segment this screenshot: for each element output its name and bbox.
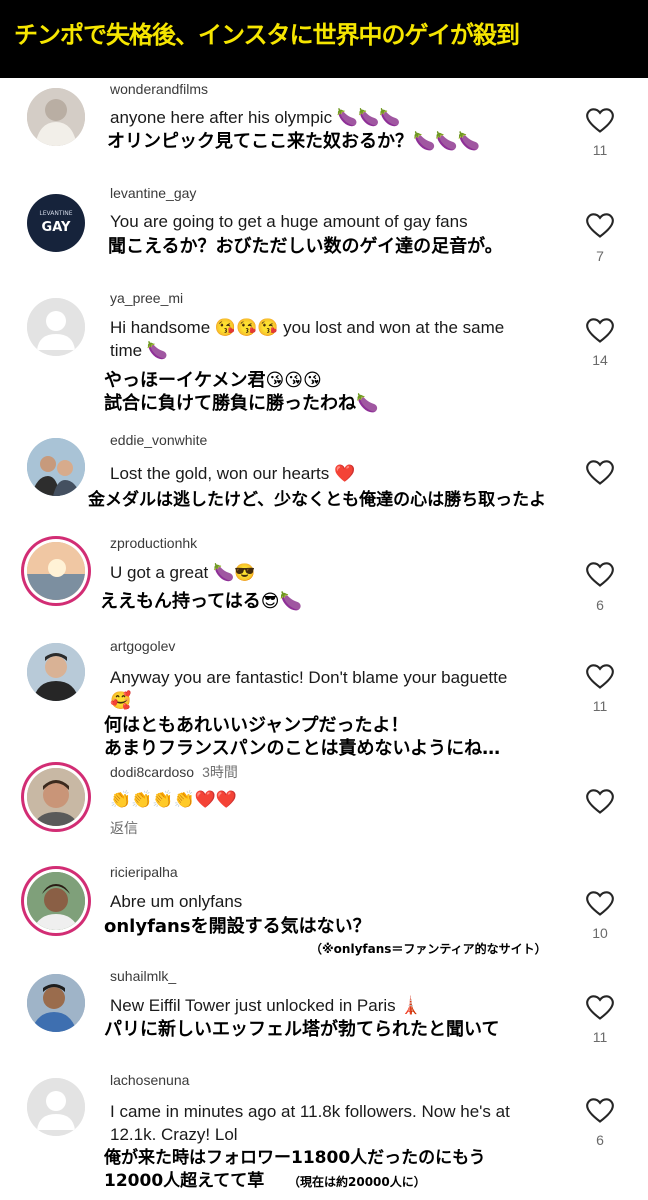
comment-text: Anyway you are fantastic! Don't blame yo… bbox=[110, 668, 508, 710]
levantine-gay-logo-avatar[interactable]: LEVANTINE GAY bbox=[27, 194, 85, 252]
comment-item: artgogolev Anyway you are fantastic! Don… bbox=[0, 638, 648, 763]
default-avatar-icon bbox=[27, 1078, 85, 1136]
comment-item: lachosenuna I came in minutes ago at 11.… bbox=[0, 1072, 648, 1200]
translation-text: onlyfansを開設する気はない？ bbox=[104, 916, 371, 937]
like-count: 11 bbox=[592, 142, 608, 158]
avatar[interactable] bbox=[27, 974, 85, 1032]
translation-text: オリンピック見てここ来た奴おるか？🍆🍆🍆 bbox=[107, 131, 481, 152]
username[interactable]: levantine_gay bbox=[110, 185, 196, 201]
avatar[interactable] bbox=[27, 88, 85, 146]
like-count: 10 bbox=[592, 925, 608, 941]
avatar-photo-icon bbox=[27, 768, 85, 826]
comment-text: anyone here after his olympic 🍆🍆🍆 bbox=[110, 108, 401, 127]
comment-item: ricieripalha Abre um onlyfans onlyfansを開… bbox=[0, 864, 648, 964]
like-count: 11 bbox=[592, 698, 608, 714]
heart-icon[interactable] bbox=[586, 1098, 614, 1124]
translation-text: パリに新しいエッフェル塔が勃てられたと聞いて bbox=[104, 1019, 500, 1040]
comment-text: 👏👏👏👏❤️❤️ bbox=[110, 790, 238, 809]
comment-time: 3時間 bbox=[202, 764, 238, 780]
title-banner: チンポで失格後、インスタに世界中のゲイが殺到 bbox=[0, 0, 648, 78]
comment-text: Lost the gold, won our hearts ❤️ bbox=[110, 464, 356, 483]
like-count: 14 bbox=[592, 352, 608, 368]
heart-icon[interactable] bbox=[586, 995, 614, 1021]
heart-icon[interactable] bbox=[586, 108, 614, 134]
heart-icon[interactable] bbox=[586, 318, 614, 344]
comment-text: U got a great 🍆😎 bbox=[110, 563, 256, 582]
translation-note: （現在は約20000人に） bbox=[288, 1175, 426, 1189]
translation-text: 何はともあれいいジャンプだったよ！ あまりフランスパンのことは責めないようにね… bbox=[104, 715, 501, 759]
like-count: 7 bbox=[596, 248, 604, 264]
username-text[interactable]: dodi8cardoso bbox=[110, 764, 194, 780]
default-avatar[interactable] bbox=[27, 298, 85, 356]
comment-item: suhailmlk_ New Eiffil Tower just unlocke… bbox=[0, 968, 648, 1068]
comment-text: Abre um onlyfans bbox=[110, 892, 243, 911]
username[interactable]: dodi8cardoso 3時間 bbox=[110, 762, 238, 782]
username[interactable]: suhailmlk_ bbox=[110, 968, 176, 984]
translation-note: （※onlyfans＝ファンティア的なサイト） bbox=[310, 942, 547, 956]
avatar-with-story-ring[interactable] bbox=[27, 542, 85, 600]
translation-text: ええもん持ってはる😎🍆 bbox=[100, 591, 302, 612]
heart-icon[interactable] bbox=[586, 664, 614, 690]
banner-title: チンポで失格後、インスタに世界中のゲイが殺到 bbox=[14, 21, 520, 49]
avatar-logo-text: GAY bbox=[41, 220, 71, 235]
avatar[interactable] bbox=[27, 438, 85, 496]
translation-text: 聞こえるか？おびただしい数のゲイ達の足音が。 bbox=[108, 236, 503, 257]
avatar-photo-icon bbox=[27, 974, 85, 1032]
default-avatar-icon bbox=[27, 298, 85, 356]
avatar-photo-icon bbox=[27, 88, 85, 146]
comment-item: zproductionhk U got a great 🍆😎 ええもん持ってはる… bbox=[0, 535, 648, 630]
comment-text: You are going to get a huge amount of ga… bbox=[110, 212, 468, 231]
comment-text: New Eiffil Tower just unlocked in Paris … bbox=[110, 996, 422, 1015]
comment-item: wonderandfilms anyone here after his oly… bbox=[0, 81, 648, 184]
avatar-photo-icon bbox=[27, 643, 85, 701]
like-count: 6 bbox=[596, 597, 604, 613]
comment-item: dodi8cardoso 3時間 👏👏👏👏❤️❤️ 返信 bbox=[0, 762, 648, 857]
username[interactable]: ricieripalha bbox=[110, 864, 178, 880]
heart-icon[interactable] bbox=[586, 460, 614, 486]
avatar-with-story-ring[interactable] bbox=[27, 768, 85, 826]
translation-text: やっほーイケメン君😘😘😘 試合に負けて勝負に勝ったわね🍆 bbox=[104, 370, 379, 414]
default-avatar[interactable] bbox=[27, 1078, 85, 1136]
heart-icon[interactable] bbox=[586, 891, 614, 917]
avatar-photo-icon bbox=[27, 438, 85, 496]
username[interactable]: artgogolev bbox=[110, 638, 175, 654]
username[interactable]: lachosenuna bbox=[110, 1072, 189, 1088]
comment-item: LEVANTINE GAY levantine_gay You are goin… bbox=[0, 185, 648, 288]
translation-text: 金メダルは逃したけど、少なくとも俺達の心は勝ち取ったよ bbox=[88, 490, 547, 510]
heart-icon[interactable] bbox=[586, 213, 614, 239]
comment-item: ya_pree_mi Hi handsome 😘😘😘 you lost and … bbox=[0, 290, 648, 427]
comment-text: Hi handsome 😘😘😘 you lost and won at the … bbox=[110, 318, 505, 360]
username[interactable]: zproductionhk bbox=[110, 535, 197, 551]
comment-item: eddie_vonwhite Lost the gold, won our he… bbox=[0, 432, 648, 522]
avatar-logo-small-text: LEVANTINE bbox=[39, 210, 73, 217]
like-count: 6 bbox=[596, 1132, 604, 1148]
heart-icon[interactable] bbox=[586, 562, 614, 588]
avatar-photo-icon bbox=[27, 542, 85, 600]
username[interactable]: ya_pree_mi bbox=[110, 290, 183, 306]
avatar[interactable] bbox=[27, 643, 85, 701]
avatar-with-story-ring[interactable] bbox=[27, 872, 85, 930]
like-count: 11 bbox=[592, 1029, 608, 1045]
avatar-photo-icon bbox=[27, 872, 85, 930]
username[interactable]: wonderandfilms bbox=[110, 81, 208, 97]
heart-icon[interactable] bbox=[586, 789, 614, 815]
reply-button[interactable]: 返信 bbox=[110, 818, 138, 838]
comment-text: I came in minutes ago at 11.8k followers… bbox=[110, 1102, 510, 1144]
username[interactable]: eddie_vonwhite bbox=[110, 432, 207, 448]
